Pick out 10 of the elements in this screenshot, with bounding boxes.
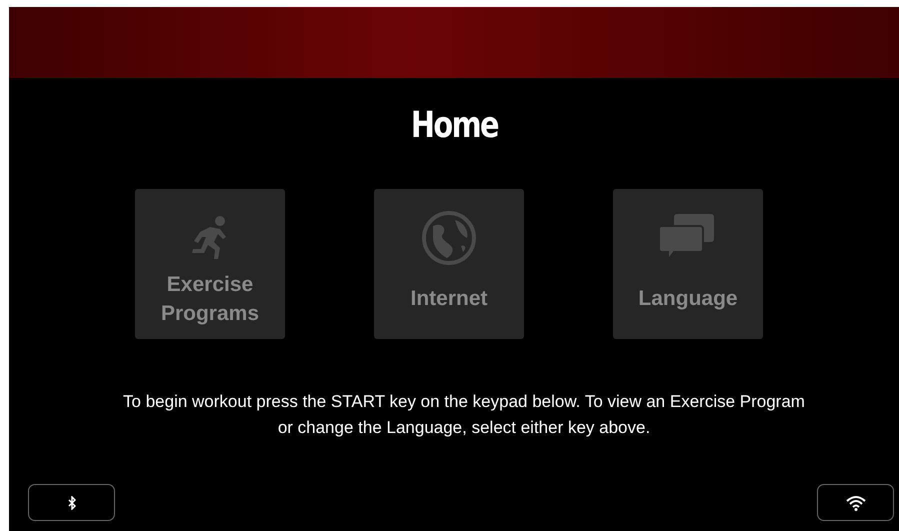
page-title: Home — [410, 108, 498, 144]
menu-tile[interactable]: Internet — [374, 189, 524, 339]
instruction-text: To begin workout press the START key on the keypad below. To view an Exercise Program or change the Language, select either key above. — [122, 391, 806, 438]
bluetooth-icon — [68, 496, 76, 510]
bluetooth-button[interactable] — [28, 484, 115, 521]
menu-tile[interactable]: Language — [613, 189, 763, 339]
wifi-icon — [846, 494, 866, 510]
wifi-button[interactable] — [817, 484, 894, 521]
globe-icon — [421, 210, 477, 266]
menu-tile[interactable]: Exercise Programs — [135, 189, 285, 339]
